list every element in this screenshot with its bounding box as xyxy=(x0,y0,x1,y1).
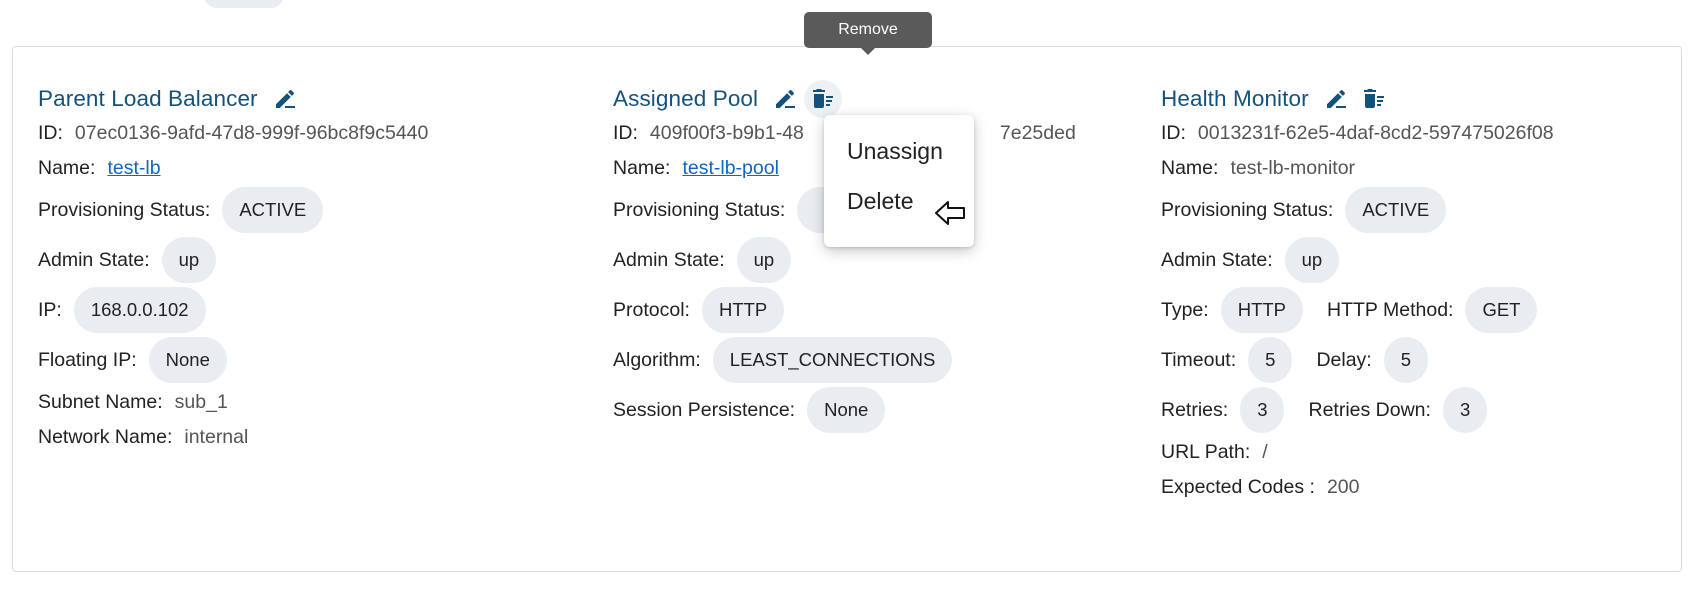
pool-id: 409f00f3-b9b1-48 xyxy=(649,122,804,144)
http-method-chip: GET xyxy=(1465,287,1538,333)
monitor-id: 0013231f-62e5-4daf-8cd2-597475026f08 xyxy=(1197,122,1554,144)
type-chip: HTTP xyxy=(1220,287,1304,333)
provisioning-status-label: Provisioning Status: xyxy=(613,198,786,221)
ip-chip: 168.0.0.102 xyxy=(73,287,206,333)
delay-label: Delay: xyxy=(1316,348,1372,371)
menu-item-unassign[interactable]: Unassign xyxy=(847,138,943,165)
admin-state-chip: up xyxy=(736,237,792,283)
session-persistence-label: Session Persistence: xyxy=(613,398,796,421)
retries-down-label: Retries Down: xyxy=(1308,398,1431,421)
url-path-value: / xyxy=(1262,441,1268,463)
pool-id-tail: 7e25ded xyxy=(999,122,1076,144)
remove-pool-button[interactable] xyxy=(804,80,843,118)
provisioning-status-chip: ACTIVE xyxy=(222,187,324,233)
retries-down-chip: 3 xyxy=(1442,387,1488,433)
name-label: Name: xyxy=(613,157,671,179)
top-status-chip xyxy=(204,0,284,8)
load-balancer-id: 07ec0136-9afd-47d8-999f-96bc8f9c5440 xyxy=(74,122,429,144)
floating-ip-label: Floating IP: xyxy=(38,348,137,371)
url-path-label: URL Path: xyxy=(1161,441,1251,463)
delay-chip: 5 xyxy=(1383,337,1429,383)
id-label: ID: xyxy=(613,122,638,144)
expected-codes-value: 200 xyxy=(1326,476,1360,498)
admin-state-label: Admin State: xyxy=(38,248,150,271)
type-label: Type: xyxy=(1161,298,1209,321)
ip-label: IP: xyxy=(38,298,62,321)
network-name-label: Network Name: xyxy=(38,426,173,448)
tooltip-arrow xyxy=(860,47,876,55)
edit-icon xyxy=(275,89,295,108)
menu-item-delete[interactable]: Delete xyxy=(847,188,913,215)
network-name-value: internal xyxy=(184,426,249,448)
name-label: Name: xyxy=(1161,157,1219,179)
parent-load-balancer-title: Parent Load Balancer xyxy=(38,86,258,111)
provisioning-status-chip: ACTIVE xyxy=(1345,187,1447,233)
admin-state-label: Admin State: xyxy=(613,248,725,271)
remove-monitor-button[interactable] xyxy=(1355,80,1393,118)
edit-pool-button[interactable] xyxy=(766,80,804,118)
session-persistence-chip: None xyxy=(807,387,886,433)
pointing-hand-cursor-icon xyxy=(935,201,965,225)
algorithm-label: Algorithm: xyxy=(613,348,701,371)
id-label: ID: xyxy=(1161,122,1186,144)
subnet-name-label: Subnet Name: xyxy=(38,391,163,413)
retries-label: Retries: xyxy=(1161,398,1229,421)
provisioning-status-label: Provisioning Status: xyxy=(1161,198,1334,221)
timeout-label: Timeout: xyxy=(1161,348,1237,371)
load-balancer-name-link[interactable]: test-lb xyxy=(107,157,160,180)
subnet-name-value: sub_1 xyxy=(174,391,228,413)
protocol-chip: HTTP xyxy=(701,287,785,333)
health-monitor-title: Health Monitor xyxy=(1161,86,1309,111)
edit-monitor-button[interactable] xyxy=(1317,80,1355,118)
algorithm-chip: LEAST_CONNECTIONS xyxy=(712,337,953,383)
edit-icon xyxy=(776,89,796,108)
pool-name-link[interactable]: test-lb-pool xyxy=(682,157,778,180)
id-label: ID: xyxy=(38,122,63,144)
floating-ip-chip: None xyxy=(148,337,227,383)
admin-state-chip: up xyxy=(161,237,217,283)
timeout-chip: 5 xyxy=(1248,337,1293,383)
expected-codes-label: Expected Codes : xyxy=(1161,476,1315,498)
name-label: Name: xyxy=(38,157,96,179)
protocol-label: Protocol: xyxy=(613,298,690,321)
monitor-name: test-lb-monitor xyxy=(1230,157,1356,179)
delete-list-icon xyxy=(1363,89,1384,108)
remove-tooltip: Remove xyxy=(804,12,932,48)
provisioning-status-label: Provisioning Status: xyxy=(38,198,211,221)
http-method-label: HTTP Method: xyxy=(1327,298,1454,321)
admin-state-label: Admin State: xyxy=(1161,248,1273,271)
delete-list-icon xyxy=(813,89,834,108)
edit-icon xyxy=(1326,89,1346,108)
retries-chip: 3 xyxy=(1240,387,1285,433)
edit-load-balancer-button[interactable] xyxy=(266,80,304,118)
admin-state-chip: up xyxy=(1284,237,1340,283)
assigned-pool-title: Assigned Pool xyxy=(613,86,759,111)
